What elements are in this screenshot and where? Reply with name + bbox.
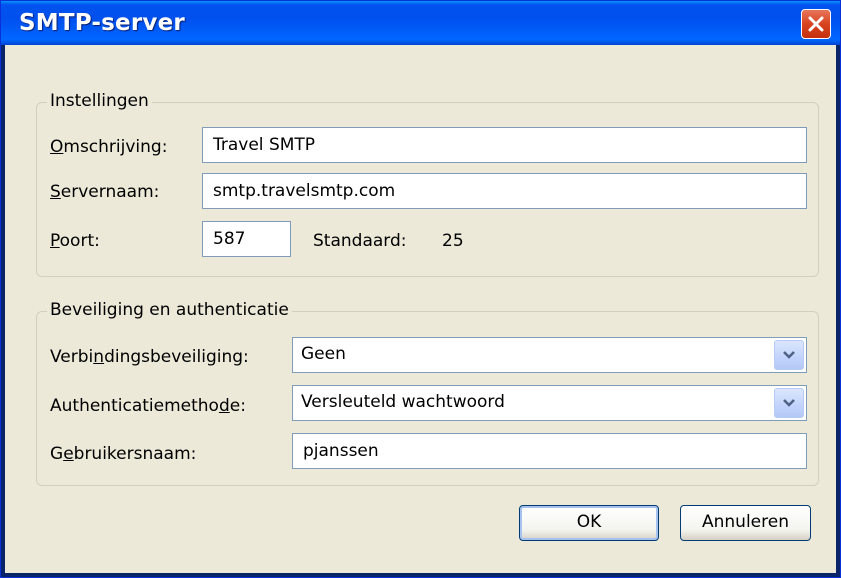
port-label: Poort:	[50, 231, 100, 251]
settings-group-legend: Instellingen	[47, 91, 152, 111]
auth-method-label: Authenticatiemethode:	[50, 396, 246, 416]
chevron-down-icon	[783, 399, 795, 407]
auth-method-dropdown-button[interactable]	[774, 388, 804, 418]
username-field[interactable]: pjanssen	[292, 433, 807, 469]
description-label: Omschrijving:	[50, 137, 168, 157]
username-label: Gebruikersnaam:	[50, 444, 197, 464]
ok-button[interactable]: OK	[519, 505, 659, 541]
server-name-field[interactable]: smtp.travelsmtp.com	[202, 173, 807, 209]
window-title: SMTP-server	[19, 10, 185, 36]
port-default-label: Standaard:	[313, 231, 407, 251]
description-field[interactable]: Travel SMTP	[202, 127, 807, 163]
cancel-button[interactable]: Annuleren	[680, 505, 811, 541]
dialog-body: Instellingen Omschrijving: Travel SMTP S…	[5, 45, 836, 573]
close-icon	[808, 16, 824, 32]
title-bar[interactable]: SMTP-server	[1, 1, 840, 45]
auth-method-select[interactable]: Versleuteld wachtwoord	[292, 385, 807, 421]
connection-security-value: Geen	[301, 344, 346, 364]
smtp-server-dialog: SMTP-server Instellingen Omschrijving: T…	[0, 0, 841, 578]
connection-security-select[interactable]: Geen	[292, 337, 807, 373]
port-field[interactable]: 587	[202, 221, 291, 257]
server-name-label: Servernaam:	[50, 182, 160, 202]
chevron-down-icon	[783, 351, 795, 359]
connection-security-dropdown-button[interactable]	[774, 340, 804, 370]
port-default-value: 25	[442, 231, 464, 251]
auth-method-value: Versleuteld wachtwoord	[301, 392, 505, 412]
close-button[interactable]	[801, 9, 831, 39]
security-group-legend: Beveiliging en authenticatie	[47, 300, 292, 320]
connection-security-label: Verbindingsbeveiliging:	[50, 347, 249, 367]
